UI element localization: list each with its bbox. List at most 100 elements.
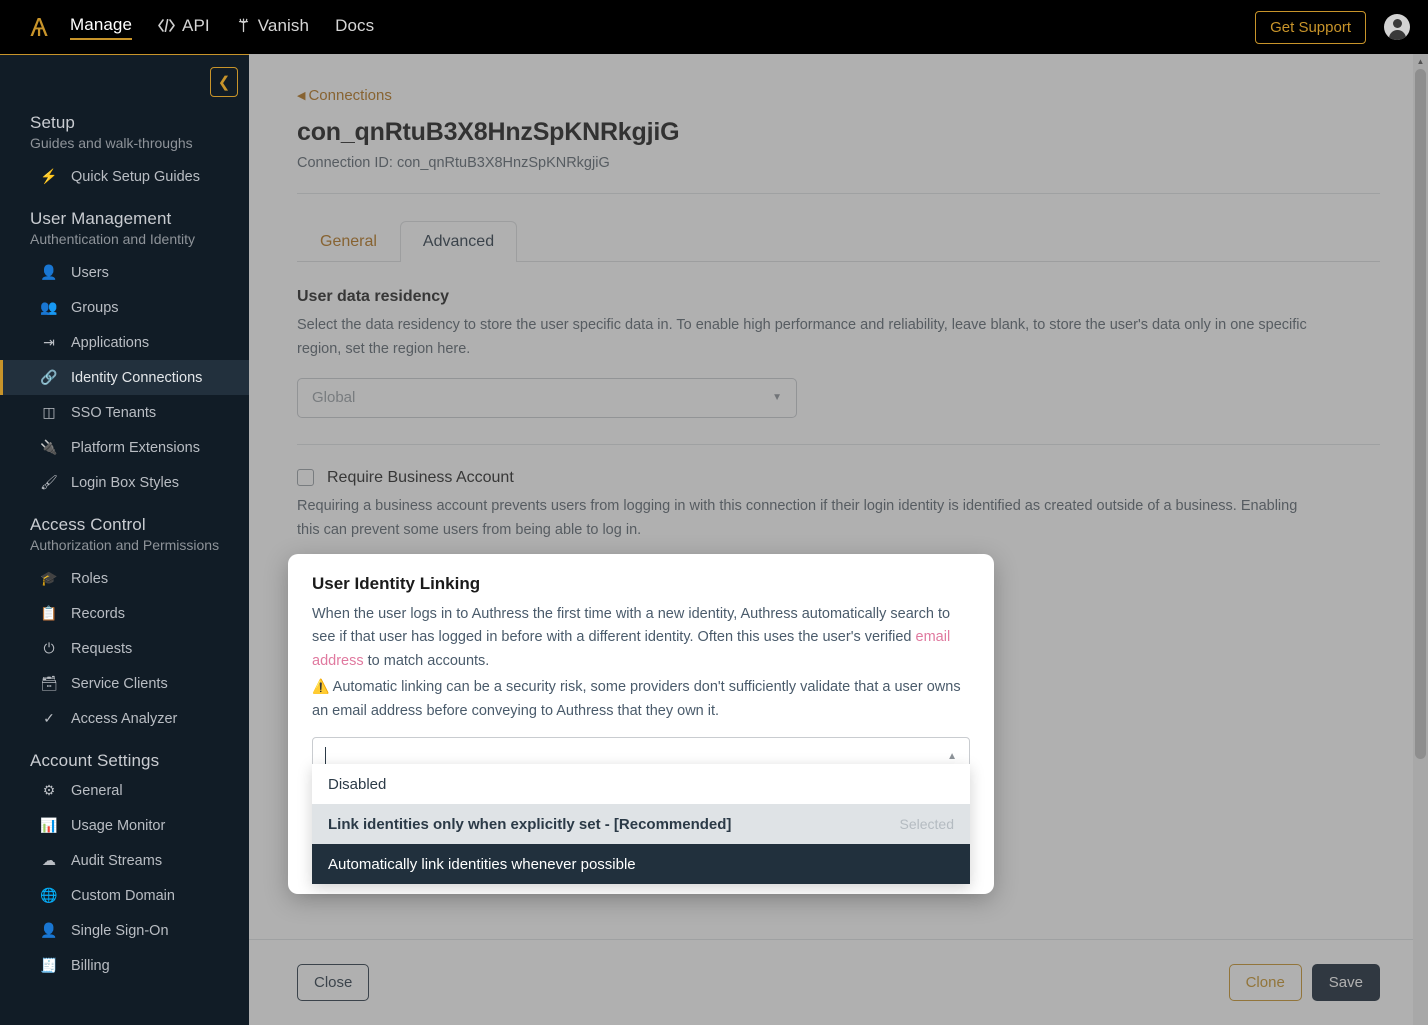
sidebar-item-label: Users [71,265,109,281]
sidebar-item-single-sign-on[interactable]: 👤 Single Sign-On [0,913,249,948]
user-identity-linking-dialog: User Identity Linking When the user logs… [288,554,994,894]
sidebar-group-subtitle: Guides and walk-throughs [0,135,249,159]
graduation-cap-icon: 🎓 [41,570,57,587]
sidebar-item-usage-monitor[interactable]: 📊 Usage Monitor [0,808,249,843]
layers-icon: ◫ [41,404,57,421]
sidebar-item-label: Quick Setup Guides [71,169,200,185]
user-gear-icon: 👤 [41,922,57,939]
cloud-download-icon: ☁ [41,852,57,869]
warning-triangle-icon: ⚠️ [312,678,329,694]
sidebar-groups: Setup Guides and walk-throughs ⚡ Quick S… [0,55,249,983]
invoice-icon: 🧾 [41,957,57,974]
sidebar-group-access-control: Access Control Authorization and Permiss… [0,504,249,736]
sidebar-item-audit-streams[interactable]: ☁ Audit Streams [0,843,249,878]
sidebar-item-label: Roles [71,571,108,587]
nav-label-docs: Docs [335,16,374,36]
sidebar-item-label: Records [71,606,125,622]
dropdown-option-auto-link[interactable]: Automatically link identities whenever p… [312,844,970,884]
sidebar-item-label: Login Box Styles [71,475,179,491]
sidebar-item-platform-extensions[interactable]: 🔌 Platform Extensions [0,430,249,465]
sidebar-item-label: Access Analyzer [71,711,177,727]
sidebar-item-applications[interactable]: ⇥ Applications [0,325,249,360]
sidebar-group-title: Account Settings [0,740,249,773]
dialog-description: When the user logs in to Authress the fi… [312,603,970,673]
sidebar-item-groups[interactable]: 👥 Groups [0,290,249,325]
identity-linking-dropdown-options: Disabled Link identities only when expli… [312,764,970,884]
sidebar-item-label: Requests [71,641,132,657]
selected-tag: Selected [900,816,954,832]
globe-icon: 🌐 [41,887,57,904]
bolt-icon: ⚡ [41,168,57,185]
dialog-body: User Identity Linking When the user logs… [288,554,994,775]
sidebar-group-title: Access Control [0,504,249,537]
dropdown-option-label: Link identities only when explicitly set… [328,816,731,833]
chevron-left-icon: ❮ [218,73,231,91]
code-icon [158,19,175,32]
sidebar-item-quick-setup-guides[interactable]: ⚡ Quick Setup Guides [0,159,249,194]
authress-logo-icon: Ѧ [30,14,47,40]
nav-right-group: Get Support [1255,11,1410,44]
nav-link-manage[interactable]: Manage [70,15,132,40]
sidebar-group-account-settings: Account Settings ⚙ General 📊 Usage Monit… [0,740,249,983]
nav-label-manage: Manage [70,15,132,35]
sign-in-icon: ⇥ [41,334,57,351]
sidebar-item-label: Billing [71,958,110,974]
sidebar-group-title: Setup [0,102,249,135]
sidebar-group-user-management: User Management Authentication and Ident… [0,198,249,500]
paintbrush-icon: 🖌 [41,474,57,491]
dropdown-option-label: Disabled [328,776,386,793]
nav-links: Manage API Vanish Docs [70,15,374,40]
plug-icon: 🔌 [41,439,57,456]
sidebar-item-label: General [71,783,123,799]
gear-icon: ⚙ [41,782,57,799]
nav-link-api[interactable]: API [158,16,210,39]
dropdown-option-label: Automatically link identities whenever p… [328,856,636,873]
sidebar-item-label: Audit Streams [71,853,162,869]
sidebar-item-label: Service Clients [71,676,168,692]
dialog-title: User Identity Linking [312,574,970,594]
brand-logo[interactable]: Ѧ [18,14,60,40]
sidebar-item-label: Groups [71,300,119,316]
sidebar-item-identity-connections[interactable]: 🔗 Identity Connections [0,360,249,395]
sidebar-item-service-clients[interactable]: 🗃 Service Clients [0,666,249,701]
nav-link-vanish[interactable]: Vanish [236,16,309,39]
sidebar-item-access-analyzer[interactable]: ✓ Access Analyzer [0,701,249,736]
sidebar-item-label: Single Sign-On [71,923,169,939]
nav-link-docs[interactable]: Docs [335,16,374,39]
sidebar-item-login-box-styles[interactable]: 🖌 Login Box Styles [0,465,249,500]
app-root: Ѧ Manage API Vanish Docs Get [0,0,1428,1025]
top-navigation-bar: Ѧ Manage API Vanish Docs Get [0,0,1428,54]
sidebar-item-label: Platform Extensions [71,440,200,456]
sidebar-item-sso-tenants[interactable]: ◫ SSO Tenants [0,395,249,430]
chevron-up-icon[interactable]: ▲ [947,751,957,762]
sidebar-item-label: Custom Domain [71,888,175,904]
dropdown-option-link-explicit[interactable]: Link identities only when explicitly set… [312,804,970,844]
dialog-description-part2: to match accounts. [364,653,490,669]
link-icon: 🔗 [41,369,57,386]
dialog-description-part1: When the user logs in to Authress the fi… [312,606,950,645]
sidebar-collapse-button[interactable]: ❮ [210,67,238,97]
sidebar-group-subtitle: Authentication and Identity [0,231,249,255]
dialog-warning-text: Automatic linking can be a security risk… [312,679,961,718]
sidebar-item-label: SSO Tenants [71,405,156,421]
sidebar-item-records[interactable]: 📋 Records [0,596,249,631]
sidebar: ❮ Setup Guides and walk-throughs ⚡ Quick… [0,54,249,1025]
database-icon: 🗃 [41,675,57,692]
dialog-warning: ⚠️ Automatic linking can be a security r… [312,675,970,723]
sidebar-item-label: Identity Connections [71,370,202,386]
chart-area-icon: 📊 [41,817,57,834]
sidebar-group-setup: Setup Guides and walk-throughs ⚡ Quick S… [0,102,249,194]
sidebar-item-requests[interactable]: ⏻ Requests [0,631,249,666]
clipboard-icon: 📋 [41,605,57,622]
nav-label-vanish: Vanish [258,16,309,36]
dropdown-option-disabled[interactable]: Disabled [312,764,970,804]
sidebar-item-users[interactable]: 👤 Users [0,255,249,290]
sidebar-group-subtitle: Authorization and Permissions [0,537,249,561]
sidebar-item-general[interactable]: ⚙ General [0,773,249,808]
power-icon: ⏻ [41,640,57,657]
sidebar-item-roles[interactable]: 🎓 Roles [0,561,249,596]
sidebar-item-custom-domain[interactable]: 🌐 Custom Domain [0,878,249,913]
sidebar-item-billing[interactable]: 🧾 Billing [0,948,249,983]
get-support-button[interactable]: Get Support [1255,11,1366,44]
user-avatar-icon[interactable] [1384,14,1410,40]
